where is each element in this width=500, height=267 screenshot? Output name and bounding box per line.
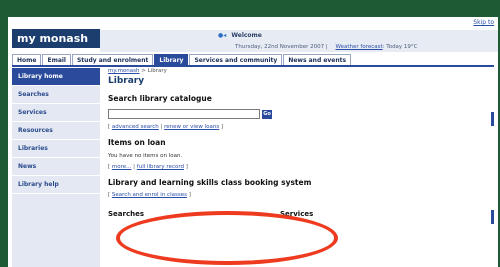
skip-link[interactable]: Skip to bbox=[473, 19, 494, 26]
breadcrumb: my.monash > Library bbox=[108, 68, 368, 74]
breadcrumb-home-link[interactable]: my.monash bbox=[108, 68, 140, 74]
tab-home[interactable]: Home bbox=[12, 54, 42, 65]
weather-text: : Today 19°C bbox=[382, 44, 418, 50]
screenshot-frame: Skip to my monash ●◂ Welcome Thursday, 2… bbox=[0, 0, 500, 267]
welcome-bar: ●◂ Welcome bbox=[100, 30, 498, 42]
my-monash-logo[interactable]: my monash bbox=[12, 29, 100, 48]
welcome-text: Welcome bbox=[231, 32, 262, 39]
logo-text: my monash bbox=[17, 32, 89, 45]
catalogue-links: [ advanced search | renew or view loans … bbox=[108, 124, 224, 130]
divider: | bbox=[325, 44, 328, 50]
page-title: Library bbox=[108, 76, 145, 86]
sidebar-item-libraries[interactable]: Libraries bbox=[12, 140, 100, 158]
advanced-search-link[interactable]: advanced search bbox=[112, 124, 159, 130]
booking-heading: Library and learning skills class bookin… bbox=[108, 178, 312, 187]
loans-heading: Items on loan bbox=[108, 138, 166, 147]
breadcrumb-separator: > bbox=[141, 68, 146, 74]
main-tabs: Home Email Study and enrolment Library S… bbox=[12, 54, 494, 67]
loans-note: You have no items on loan. bbox=[108, 153, 183, 159]
renew-loans-link[interactable]: renew or view loans bbox=[164, 124, 219, 130]
tab-study[interactable]: Study and enrolment bbox=[71, 54, 154, 65]
go-button[interactable]: Go bbox=[262, 109, 272, 119]
breadcrumb-current: Library bbox=[147, 68, 167, 74]
tab-services[interactable]: Services and community bbox=[189, 54, 283, 65]
sidebar-item-searches[interactable]: Searches bbox=[12, 86, 100, 104]
catalogue-search-row: Go bbox=[108, 109, 368, 119]
more-link[interactable]: more... bbox=[112, 164, 132, 170]
sidebar-item-resources[interactable]: Resources bbox=[12, 122, 100, 140]
booking-links: [ Search and enrol in classes ] bbox=[108, 192, 191, 198]
full-library-record-link[interactable]: full library record bbox=[137, 164, 184, 170]
catalogue-search-input[interactable] bbox=[108, 109, 260, 119]
sidebar-item-library-help[interactable]: Library help bbox=[12, 176, 100, 194]
sidebar: Library home Searches Services Resources… bbox=[12, 68, 100, 267]
welcome-icon: ●◂ bbox=[218, 32, 227, 39]
tab-email[interactable]: Email bbox=[42, 54, 71, 65]
catalogue-heading: Search library catalogue bbox=[108, 94, 212, 103]
loans-links: [ more... | full library record ] bbox=[108, 164, 188, 170]
sidebar-item-library-home[interactable]: Library home bbox=[12, 68, 100, 86]
weather-forecast-link[interactable]: Weather forecast bbox=[336, 44, 383, 50]
search-enrol-classes-link[interactable]: Search and enrol in classes bbox=[112, 192, 187, 198]
tab-news[interactable]: News and events bbox=[283, 54, 352, 65]
sidebar-item-services[interactable]: Services bbox=[12, 104, 100, 122]
tab-library[interactable]: Library bbox=[154, 54, 189, 65]
highlight-ellipse bbox=[116, 211, 338, 265]
date-bar: Thursday, 22nd November 2007 | Weather f… bbox=[100, 42, 498, 52]
right-marker bbox=[491, 112, 494, 126]
right-marker bbox=[491, 210, 494, 224]
date-text: Thursday, 22nd November 2007 bbox=[235, 44, 325, 50]
sidebar-item-news[interactable]: News bbox=[12, 158, 100, 176]
